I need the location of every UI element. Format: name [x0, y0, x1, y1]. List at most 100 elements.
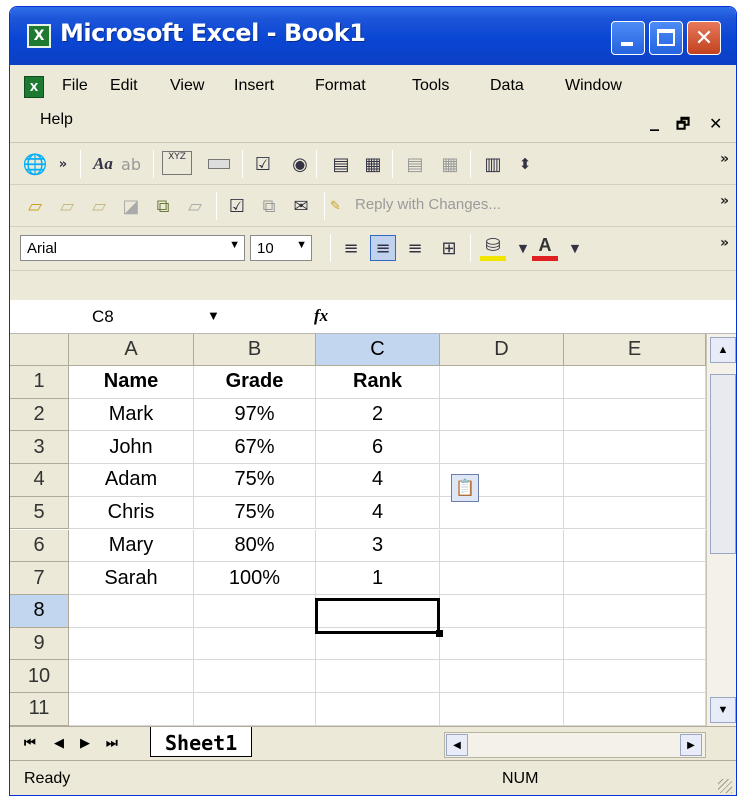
cell-a4[interactable]: Adam [69, 464, 194, 497]
menu-window[interactable]: Window [565, 77, 622, 95]
row-header-10[interactable]: 10 [10, 660, 69, 693]
cell-c1[interactable]: Rank [316, 366, 440, 399]
column-header-b[interactable]: B [194, 334, 316, 366]
paste-options-icon[interactable]: 📋 [451, 474, 479, 502]
title-bar[interactable]: X Microsoft Excel - Book1 ✕ [10, 7, 736, 65]
combo-list-icon[interactable]: ▤ [402, 151, 428, 177]
cell-b9[interactable] [194, 627, 316, 661]
cell-e6[interactable] [564, 529, 706, 563]
chevron-down-icon[interactable]: ▼ [562, 235, 588, 261]
textbox-icon[interactable]: ab [118, 151, 144, 177]
column-header-a[interactable]: A [69, 334, 194, 366]
menu-file[interactable]: File [62, 77, 88, 95]
cell-c5[interactable]: 4 [316, 496, 440, 530]
groupbox-icon[interactable]: XYZ [162, 151, 192, 175]
button-icon[interactable] [206, 151, 232, 177]
menu-help[interactable]: Help [40, 111, 73, 129]
font-name-select[interactable]: Arial ▼ [20, 235, 245, 261]
aa-icon[interactable]: Aa [90, 151, 116, 177]
excel-icon[interactable]: X [27, 24, 51, 48]
first-sheet-icon[interactable]: ⏮ [24, 736, 36, 751]
resize-grip-icon[interactable] [718, 779, 732, 793]
more-buttons-icon[interactable]: » [50, 151, 76, 177]
column-header-e[interactable]: E [564, 334, 706, 366]
cell-a6[interactable]: Mary [69, 529, 194, 563]
doc-close-button[interactable]: ✕ [709, 114, 722, 133]
cell-a1[interactable]: Name [69, 366, 194, 399]
update-file-icon[interactable]: ⧉ [256, 193, 282, 219]
cell-e10[interactable] [564, 660, 706, 693]
cell-b10[interactable] [194, 660, 316, 693]
scrollbar-icon[interactable]: ▥ [480, 151, 506, 177]
cell-d1[interactable] [440, 366, 564, 399]
cell-d7[interactable] [440, 562, 564, 595]
show-all-comments-icon[interactable]: ⧉ [150, 193, 176, 219]
toolbar-overflow-icon[interactable]: » [720, 235, 729, 251]
combo-dropdown-icon[interactable]: ▦ [437, 151, 463, 177]
cell-b4[interactable]: 75% [194, 464, 316, 497]
cell-e9[interactable] [564, 627, 706, 661]
menu-edit[interactable]: Edit [110, 77, 138, 95]
row-header-4[interactable]: 4 [10, 464, 69, 497]
reply-changes-icon[interactable]: ✎ [330, 193, 341, 219]
align-left-icon[interactable]: ≡ [338, 235, 364, 261]
row-header-3[interactable]: 3 [10, 431, 69, 465]
menu-format[interactable]: Format [315, 77, 366, 95]
column-header-d[interactable]: D [440, 334, 564, 366]
insert-function-icon[interactable]: fx [314, 306, 328, 326]
toolbar-overflow-icon[interactable]: » [720, 151, 729, 167]
scroll-left-icon[interactable]: ◀ [446, 734, 468, 756]
cell-a11[interactable] [69, 693, 194, 726]
row-header-8[interactable]: 8 [10, 594, 69, 628]
send-to-mail-icon[interactable]: ✉ [288, 193, 314, 219]
menu-view[interactable]: View [170, 77, 204, 95]
font-color-icon[interactable]: A [532, 235, 558, 261]
cell-d9[interactable] [440, 627, 564, 661]
cell-a8[interactable] [69, 594, 194, 628]
last-sheet-icon[interactable]: ⏭ [106, 736, 118, 751]
doc-restore-button[interactable]: 🗗 [676, 114, 690, 139]
cell-c11[interactable] [316, 693, 440, 726]
listbox-icon[interactable]: ▤ [328, 151, 354, 177]
cell-b1[interactable]: Grade [194, 366, 316, 399]
workbook-icon[interactable]: X [24, 76, 44, 98]
row-header-7[interactable]: 7 [10, 562, 69, 595]
cell-d11[interactable] [440, 693, 564, 726]
merge-center-icon[interactable]: ⊞ [436, 235, 462, 261]
column-header-c[interactable]: C [316, 334, 440, 366]
combobox-icon[interactable]: ▦ [360, 151, 386, 177]
row-header-5[interactable]: 5 [10, 496, 69, 530]
cell-a10[interactable] [69, 660, 194, 693]
minimize-button[interactable] [611, 21, 645, 55]
cell-c7[interactable]: 1 [316, 562, 440, 595]
new-comment-icon[interactable]: ▱ [22, 193, 48, 219]
cell-a7[interactable]: Sarah [69, 562, 194, 595]
cell-e1[interactable] [564, 366, 706, 399]
cell-d8[interactable] [440, 594, 564, 628]
cell-b8[interactable] [194, 594, 316, 628]
next-sheet-icon[interactable]: ▶ [80, 736, 90, 751]
fill-handle[interactable] [436, 630, 443, 637]
cell-b3[interactable]: 67% [194, 431, 316, 465]
cell-e11[interactable] [564, 693, 706, 726]
fill-color-icon[interactable]: ⛁ [480, 235, 506, 261]
previous-sheet-icon[interactable]: ◀ [54, 736, 64, 751]
cell-a3[interactable]: John [69, 431, 194, 465]
cell-d2[interactable] [440, 398, 564, 432]
vertical-scroll-thumb[interactable] [710, 374, 736, 554]
scroll-up-icon[interactable]: ▲ [710, 337, 736, 363]
row-header-6[interactable]: 6 [10, 529, 69, 563]
cell-c4[interactable]: 4 [316, 464, 440, 497]
menu-insert[interactable]: Insert [234, 77, 274, 95]
cell-e8[interactable] [564, 594, 706, 628]
select-all-corner[interactable] [10, 334, 69, 366]
align-right-icon[interactable]: ≡ [402, 235, 428, 261]
globe-icon[interactable]: 🌐 [22, 151, 48, 177]
cell-c2[interactable]: 2 [316, 398, 440, 432]
maximize-button[interactable] [649, 21, 683, 55]
doc-minimize-button[interactable]: _ [650, 111, 659, 132]
delete-comment-icon[interactable]: ▱ [182, 193, 208, 219]
cell-d3[interactable] [440, 431, 564, 465]
chevron-down-icon[interactable]: ▼ [207, 308, 220, 323]
vertical-scrollbar[interactable]: ▲ ▼ [706, 334, 736, 726]
